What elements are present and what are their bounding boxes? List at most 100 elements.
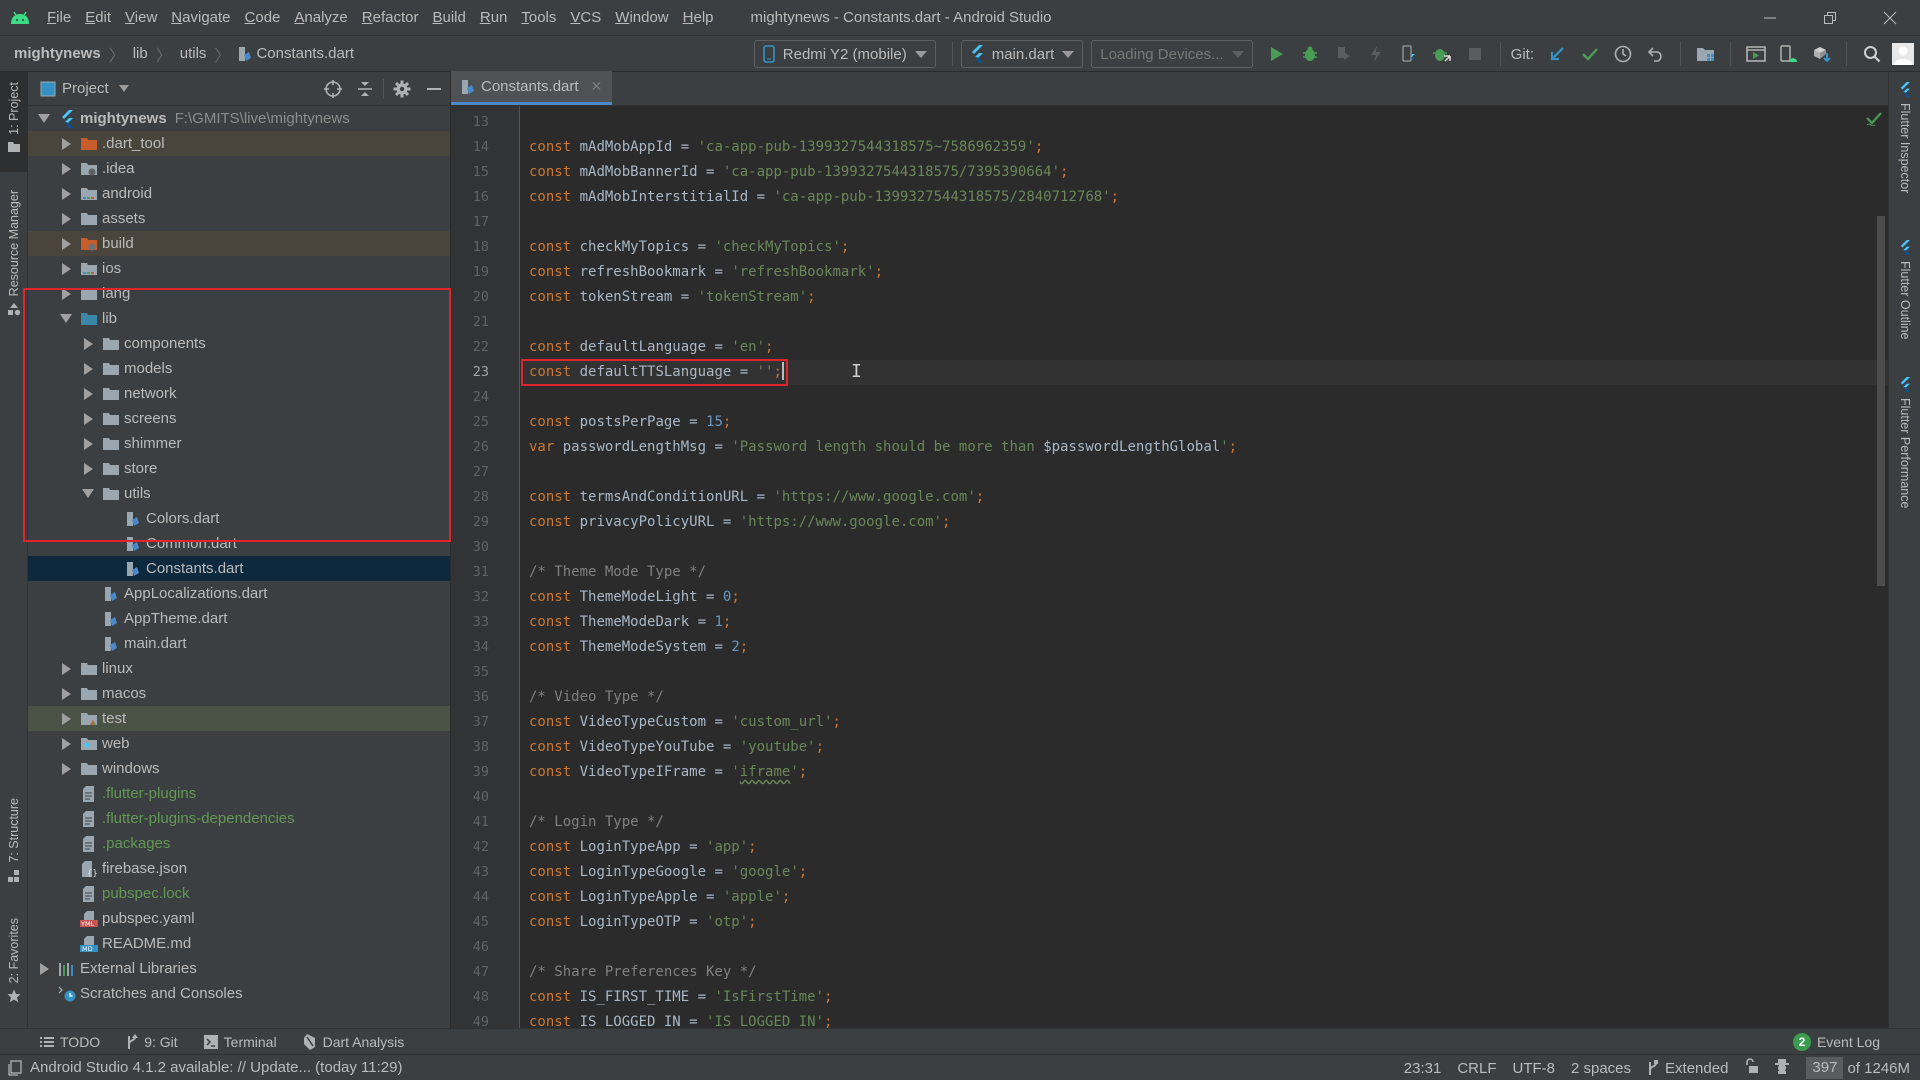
close-tab-icon[interactable]: ✕ [591,78,603,95]
user-avatar[interactable] [1892,43,1914,65]
caret-position[interactable]: 23:31 [1404,1060,1442,1077]
tree-item-windows[interactable]: windows [28,756,450,781]
device-manager-button[interactable] [1772,39,1805,69]
code-line[interactable]: const LoginTypeOTP = 'otp'; [529,910,757,935]
line-separator[interactable]: CRLF [1457,1060,1496,1077]
tree-item-shimmer[interactable]: shimmer [28,431,450,456]
tree-item-store[interactable]: store [28,456,450,481]
stop-button[interactable] [1459,39,1492,69]
code-line[interactable]: const IS_FIRST_TIME = 'IsFirstTime'; [529,985,832,1010]
collapsed-arrow-icon[interactable] [80,386,96,402]
collapsed-arrow-icon[interactable] [58,186,74,202]
tool-tab-dart-analysis[interactable]: Dart Analysis [303,1033,404,1050]
git-update-button[interactable] [1540,39,1573,69]
tool-tab-terminal[interactable]: Terminal [203,1034,277,1050]
stripe-flutter-inspector-button[interactable]: Flutter Inspector [1889,82,1920,193]
code-line[interactable]: const LoginTypeApple = 'apple'; [529,885,790,910]
project-settings-button[interactable] [386,72,418,106]
stripe-favorites-button[interactable]: 2: Favorites [0,918,28,1018]
collapsed-arrow-icon[interactable] [36,961,52,977]
search-everywhere-button[interactable] [1855,39,1888,69]
collapsed-arrow-icon[interactable] [58,661,74,677]
collapsed-arrow-icon[interactable] [58,761,74,777]
code-line[interactable]: const mAdMobAppId = 'ca-app-pub-13993275… [529,135,1043,160]
collapsed-arrow-icon[interactable] [80,411,96,427]
chevron-down-icon[interactable] [118,85,129,92]
debug-button[interactable] [1294,39,1327,69]
minimize-button[interactable] [1740,0,1800,36]
loading-devices-selector[interactable]: Loading Devices... [1091,40,1253,68]
tree-item-flutter-plugins-dependencies[interactable]: .flutter-plugins-dependencies [28,806,450,831]
code-line[interactable]: const VideoTypeYouTube = 'youtube'; [529,735,824,760]
run-button[interactable] [1261,39,1294,69]
collapsed-arrow-icon[interactable] [80,336,96,352]
code-line[interactable]: const defaultLanguage = 'en'; [529,335,773,360]
tree-item-macos[interactable]: macos [28,681,450,706]
code-line[interactable]: const defaultTTSLanguage = ''; [529,360,784,385]
tree-item-external-libraries[interactable]: External Libraries [28,956,450,981]
breadcrumb-lib[interactable]: lib [133,45,148,62]
menu-edit[interactable]: Edit [78,0,118,36]
menu-navigate[interactable]: Navigate [164,0,237,36]
stripe-structure-button[interactable]: 7: Structure [0,798,28,898]
collapsed-arrow-icon[interactable] [58,711,74,727]
project-tree[interactable]: mightynews F:\GMITS\live\mightynews .dart_… [28,106,450,1006]
code-line[interactable]: /* Theme Mode Type */ [529,560,706,585]
tree-item-pubspec-lock[interactable]: pubspec.lock [28,881,450,906]
menu-run[interactable]: Run [473,0,515,36]
code-area[interactable]: const mAdMobAppId = 'ca-app-pub-13993275… [521,106,1888,1028]
scrollbar-thumb[interactable] [1877,216,1885,586]
inspection-profile-button[interactable] [1774,1058,1790,1078]
tree-item-android[interactable]: android [28,181,450,206]
project-structure-button[interactable] [1689,39,1722,69]
menu-vcs[interactable]: VCS [563,0,608,36]
expanded-arrow-icon[interactable] [58,311,74,327]
locate-file-button[interactable] [317,72,349,106]
tree-item-lib[interactable]: lib [28,306,450,331]
code-line[interactable]: const checkMyTopics = 'checkMyTopics'; [529,235,849,260]
editor-vertical-scrollbar[interactable] [1874,106,1888,1028]
attach-debugger-button[interactable] [1327,39,1360,69]
collapsed-arrow-icon[interactable] [58,136,74,152]
indent-setting[interactable]: 2 spaces [1571,1060,1631,1077]
collapsed-arrow-icon[interactable] [80,436,96,452]
restore-button[interactable] [1800,0,1860,36]
sdk-manager-button[interactable] [1805,39,1838,69]
read-only-toggle[interactable] [1744,1058,1759,1078]
tree-item-test[interactable]: test [28,706,450,731]
tree-item-apptheme-dart[interactable]: AppTheme.dart [28,606,450,631]
code-line[interactable]: const privacyPolicyURL = 'https://www.go… [529,510,950,535]
tree-item-common-dart[interactable]: Common.dart [28,531,450,556]
tree-item-mightynews[interactable]: mightynews F:\GMITS\live\mightynews [28,106,450,131]
git-commit-button[interactable] [1573,39,1606,69]
stripe-project-button[interactable]: 1: Project [0,72,28,172]
editor-tab-constants[interactable]: Constants.dart ✕ [451,71,613,105]
tree-item-build[interactable]: build [28,231,450,256]
git-rollback-button[interactable] [1639,39,1672,69]
code-line[interactable]: const IS_LOGGED_IN = 'IS_LOGGED_IN'; [529,1010,832,1028]
code-line[interactable]: const ThemeModeSystem = 2; [529,635,748,660]
collapsed-arrow-icon[interactable] [58,211,74,227]
run-config-selector[interactable]: main.dart [960,40,1084,68]
tool-tab-todo[interactable]: TODO [40,1034,100,1050]
debug-attach-button[interactable] [1426,39,1459,69]
code-line[interactable]: /* Video Type */ [529,685,664,710]
code-line[interactable]: const postsPerPage = 15; [529,410,731,435]
code-line[interactable]: /* Share Preferences Key */ [529,960,757,985]
collapsed-arrow-icon[interactable] [80,361,96,377]
code-line[interactable]: const LoginTypeGoogle = 'google'; [529,860,807,885]
memory-indicator[interactable]: 397 of 1246M [1806,1057,1910,1079]
menu-help[interactable]: Help [676,0,721,36]
menu-build[interactable]: Build [425,0,472,36]
tool-tab-git[interactable]: 9: Git [126,1033,178,1050]
expanded-arrow-icon[interactable] [36,111,52,127]
tree-item-flutter-plugins[interactable]: .flutter-plugins [28,781,450,806]
git-branch-widget[interactable]: Extended [1647,1060,1728,1077]
tree-item-linux[interactable]: linux [28,656,450,681]
event-log-button[interactable]: 2 Event Log [1792,1029,1880,1055]
tree-item-models[interactable]: models [28,356,450,381]
tree-item-assets[interactable]: assets [28,206,450,231]
tree-item-network[interactable]: network [28,381,450,406]
tree-item-components[interactable]: components [28,331,450,356]
stripe-flutter-outline-button[interactable]: Flutter Outline [1889,240,1920,340]
